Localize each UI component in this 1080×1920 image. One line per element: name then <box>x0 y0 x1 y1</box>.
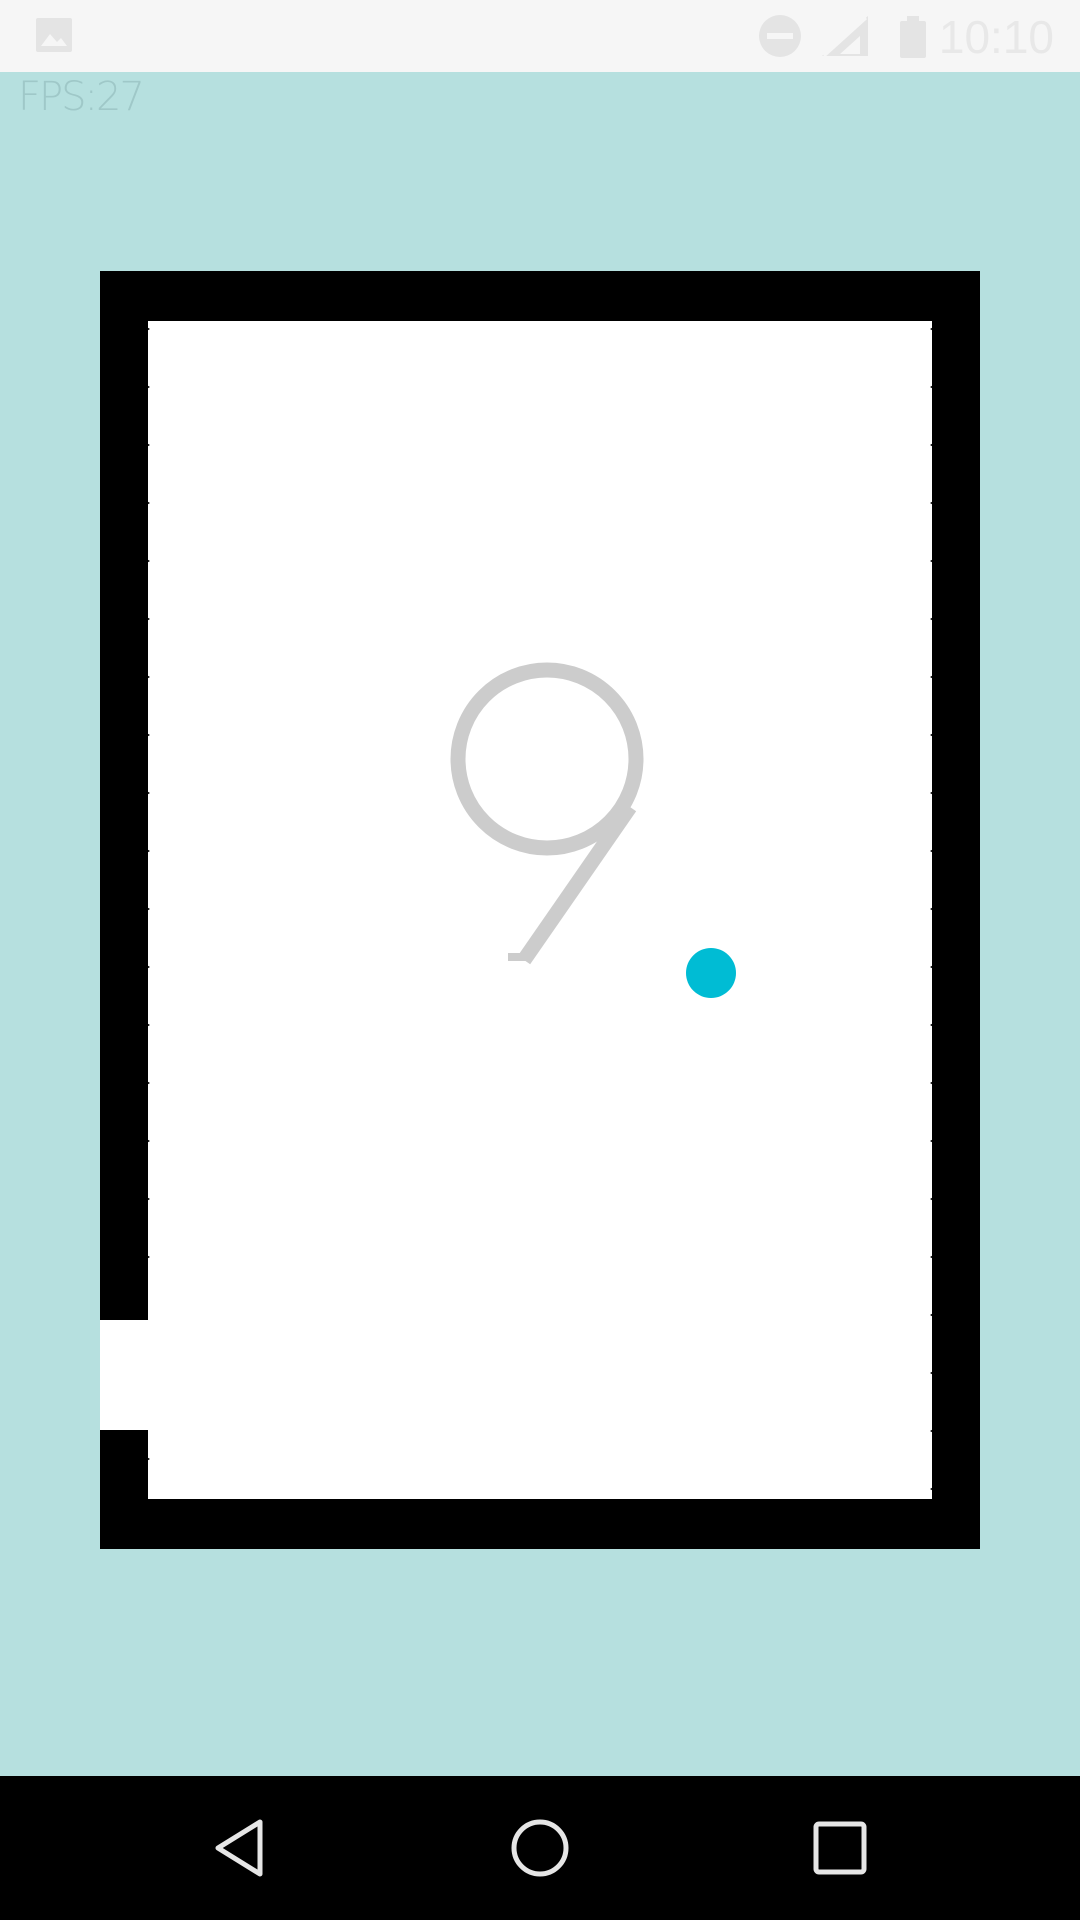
spike-gap <box>100 1320 150 1430</box>
home-button[interactable] <box>490 1802 590 1894</box>
recents-button[interactable] <box>790 1802 890 1894</box>
player-ball <box>686 948 736 998</box>
board-play-area <box>148 321 932 1499</box>
game-screen[interactable]: 10:10 FPS:27 9 <box>0 0 1080 1920</box>
recents-icon <box>813 1821 867 1875</box>
home-icon <box>511 1819 569 1877</box>
board-frame <box>100 271 980 1549</box>
game-board[interactable] <box>0 0 1080 1920</box>
score-digit-foot <box>508 953 530 961</box>
back-button[interactable] <box>190 1802 290 1894</box>
back-icon <box>215 1819 263 1877</box>
navigation-bar <box>0 1776 1080 1920</box>
